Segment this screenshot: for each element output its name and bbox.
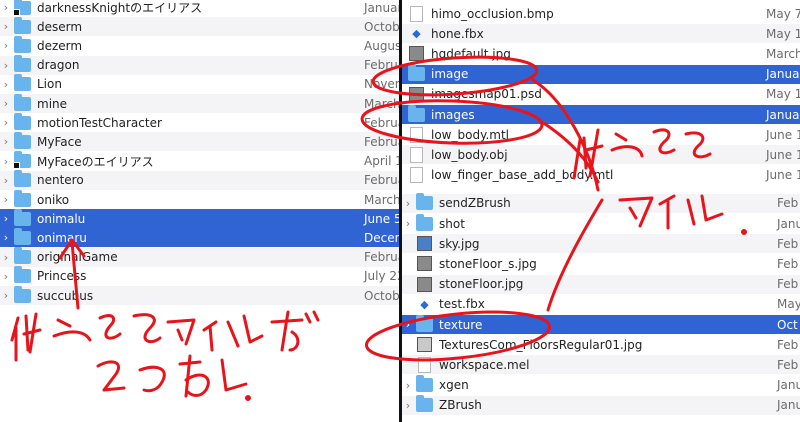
circle-images [360, 99, 544, 145]
up-arrow [58, 238, 86, 310]
handwritten-annotations [10, 55, 747, 401]
circle-image [371, 55, 539, 97]
circle-texture [364, 310, 552, 362]
